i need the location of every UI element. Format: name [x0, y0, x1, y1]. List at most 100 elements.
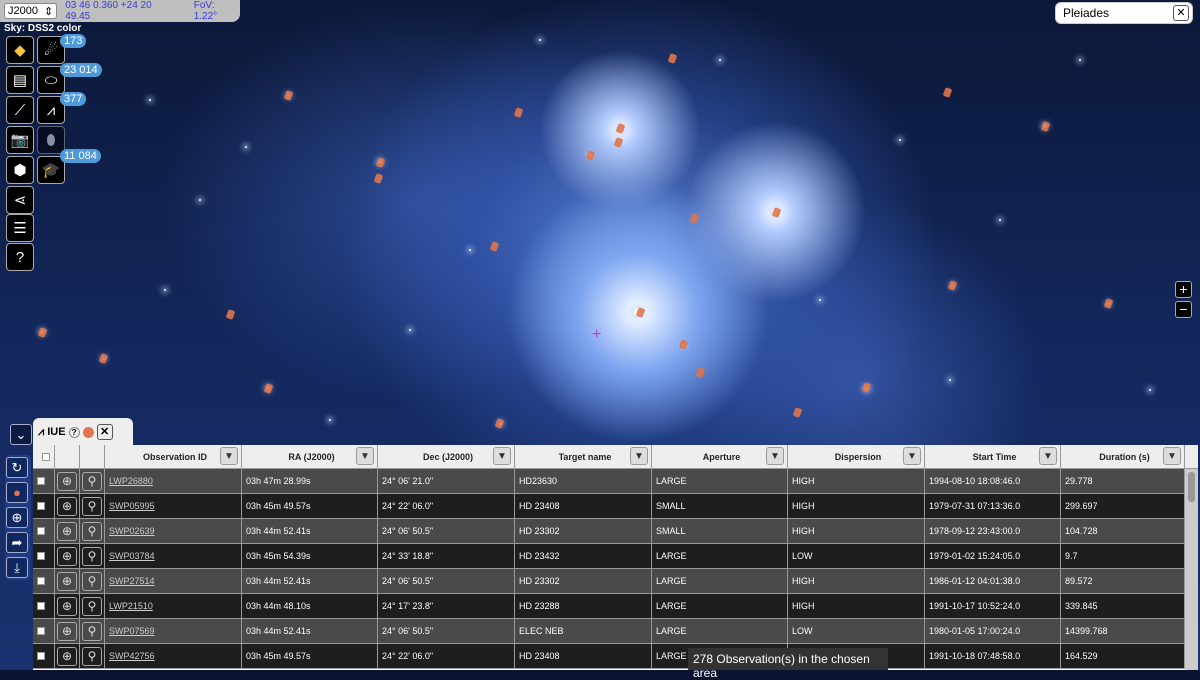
observation-marker[interactable] [615, 123, 626, 134]
center-button[interactable]: ⊕ [6, 507, 28, 528]
table-row[interactable]: ⊕ ⚲ SWP07569 03h 44m 52.41s 24° 06' 50.5" ELE… [33, 619, 1198, 644]
magnifier-icon[interactable]: ⚲ [82, 596, 102, 616]
center-on-target-icon[interactable]: ⊕ [57, 521, 77, 541]
row-checkbox[interactable] [37, 477, 45, 485]
observation-marker[interactable] [1040, 121, 1051, 132]
column-header[interactable]: Dispersion ▼ [788, 445, 925, 468]
center-on-target-icon[interactable]: ⊕ [57, 471, 77, 491]
center-on-target-icon[interactable]: ⊕ [57, 546, 77, 566]
magnifier-icon[interactable]: ⚲ [82, 571, 102, 591]
3d-button[interactable]: ⬢ [6, 156, 34, 184]
help-icon[interactable]: ? [68, 426, 80, 438]
table-row[interactable]: ⊕ ⚲ SWP42756 03h 45m 49.57s 24° 22' 06.0" HD … [33, 644, 1198, 669]
filter-icon[interactable]: ▼ [493, 447, 511, 465]
observation-id-link[interactable]: LWP26880 [105, 469, 242, 493]
target-search-input[interactable]: Pleiades ✕ [1055, 2, 1193, 24]
zoom-out-button[interactable]: − [1175, 301, 1192, 318]
column-header[interactable]: Observation ID ▼ [105, 445, 242, 468]
observation-id[interactable]: SWP42756 [109, 651, 155, 661]
layers-button[interactable]: ◆ [6, 36, 34, 64]
magnifier-icon[interactable]: ⚲ [82, 471, 102, 491]
row-checkbox[interactable] [37, 652, 45, 660]
observation-marker[interactable] [613, 137, 624, 148]
column-header[interactable]: RA (J2000) ▼ [242, 445, 378, 468]
observation-marker[interactable] [942, 87, 953, 98]
row-checkbox[interactable] [37, 527, 45, 535]
table-row[interactable]: ⊕ ⚲ SWP27514 03h 44m 52.41s 24° 06' 50.5" HD … [33, 569, 1198, 594]
refresh-button[interactable]: ↻ [6, 457, 28, 478]
observation-marker[interactable] [225, 309, 236, 320]
magnifier-icon[interactable]: ⚲ [82, 621, 102, 641]
filter-icon[interactable]: ▼ [766, 447, 784, 465]
observation-id[interactable]: SWP27514 [109, 576, 155, 586]
observation-id[interactable]: LWP26880 [109, 476, 153, 486]
observation-marker[interactable] [513, 107, 524, 118]
table-row[interactable]: ⊕ ⚲ SWP05995 03h 45m 49.57s 24° 22' 06.0" HD … [33, 494, 1198, 519]
scroll-thumb[interactable] [1188, 472, 1195, 502]
row-checkbox[interactable] [37, 627, 45, 635]
observation-id[interactable]: LWP21510 [109, 601, 153, 611]
column-header[interactable]: Aperture ▼ [652, 445, 788, 468]
column-header[interactable]: Target name ▼ [515, 445, 652, 468]
observation-marker[interactable] [695, 367, 706, 378]
observation-id[interactable]: SWP03784 [109, 551, 155, 561]
observation-id-link[interactable]: SWP42756 [105, 644, 242, 668]
observation-marker[interactable] [283, 90, 294, 101]
screenshot-button[interactable]: 📷 [6, 126, 34, 154]
marker-color-button[interactable]: ● [6, 482, 28, 503]
magnifier-icon[interactable]: ⚲ [82, 646, 102, 666]
magnifier-icon[interactable]: ⚲ [82, 496, 102, 516]
filter-icon[interactable]: ▼ [1163, 447, 1181, 465]
center-on-target-icon[interactable]: ⊕ [57, 571, 77, 591]
catalog-button[interactable]: ▤ [6, 66, 34, 94]
column-header[interactable]: Duration (s) ▼ [1061, 445, 1185, 468]
observation-marker[interactable] [861, 382, 872, 393]
download-button[interactable]: ⤓ [6, 557, 28, 578]
row-checkbox[interactable] [37, 552, 45, 560]
row-checkbox[interactable] [37, 602, 45, 610]
center-on-target-icon[interactable]: ⊕ [57, 596, 77, 616]
filter-icon[interactable]: ▼ [220, 447, 238, 465]
observation-marker[interactable] [263, 383, 274, 394]
observation-id[interactable]: SWP07569 [109, 626, 155, 636]
filter-icon[interactable]: ▼ [903, 447, 921, 465]
filter-icon[interactable]: ▼ [630, 447, 648, 465]
row-checkbox[interactable] [37, 502, 45, 510]
observation-id-link[interactable]: SWP03784 [105, 544, 242, 568]
planet-button[interactable]: ⬮ [37, 126, 65, 154]
filter-icon[interactable]: ▼ [356, 447, 374, 465]
observation-marker[interactable] [667, 53, 678, 64]
tab-iue[interactable]: ⩘ IUE ? ✕ [33, 418, 133, 446]
magnifier-icon[interactable]: ⚲ [82, 546, 102, 566]
filter-icon[interactable]: ▼ [1039, 447, 1057, 465]
observation-id-link[interactable]: SWP07569 [105, 619, 242, 643]
observation-marker[interactable] [1103, 298, 1114, 309]
observation-marker[interactable] [98, 353, 109, 364]
observation-marker[interactable] [635, 307, 646, 318]
table-row[interactable]: ⊕ ⚲ LWP21510 03h 44m 48.10s 24° 17' 23.8" HD … [33, 594, 1198, 619]
zoom-in-button[interactable]: + [1175, 281, 1192, 298]
observation-marker[interactable] [689, 213, 700, 224]
share-button[interactable]: ⋖ [6, 186, 34, 214]
table-row[interactable]: ⊕ ⚲ SWP03784 03h 45m 54.39s 24° 33' 18.8" HD … [33, 544, 1198, 569]
magnifier-icon[interactable]: ⚲ [82, 521, 102, 541]
menu-button[interactable]: ☰ [6, 214, 34, 242]
observation-id-link[interactable]: SWP02639 [105, 519, 242, 543]
table-row[interactable]: ⊕ ⚲ LWP26880 03h 47m 28.99s 24° 06' 21.0" HD2… [33, 469, 1198, 494]
observation-marker[interactable] [585, 150, 596, 161]
observation-marker[interactable] [373, 173, 384, 184]
observation-marker[interactable] [678, 339, 689, 350]
observation-marker[interactable] [947, 280, 958, 291]
column-header[interactable]: Dec (J2000) ▼ [378, 445, 515, 468]
frame-select[interactable]: J2000 ⇕ [4, 3, 58, 19]
observation-marker[interactable] [37, 327, 48, 338]
row-checkbox[interactable] [37, 577, 45, 585]
observation-marker[interactable] [375, 157, 386, 168]
observation-id[interactable]: SWP05995 [109, 501, 155, 511]
clear-search-button[interactable]: ✕ [1173, 5, 1189, 21]
table-row[interactable]: ⊕ ⚲ SWP02639 03h 44m 52.41s 24° 06' 50.5" HD … [33, 519, 1198, 544]
observation-id-link[interactable]: LWP21510 [105, 594, 242, 618]
send-button[interactable]: ➦ [6, 532, 28, 553]
observation-marker[interactable] [494, 418, 505, 429]
center-on-target-icon[interactable]: ⊕ [57, 621, 77, 641]
